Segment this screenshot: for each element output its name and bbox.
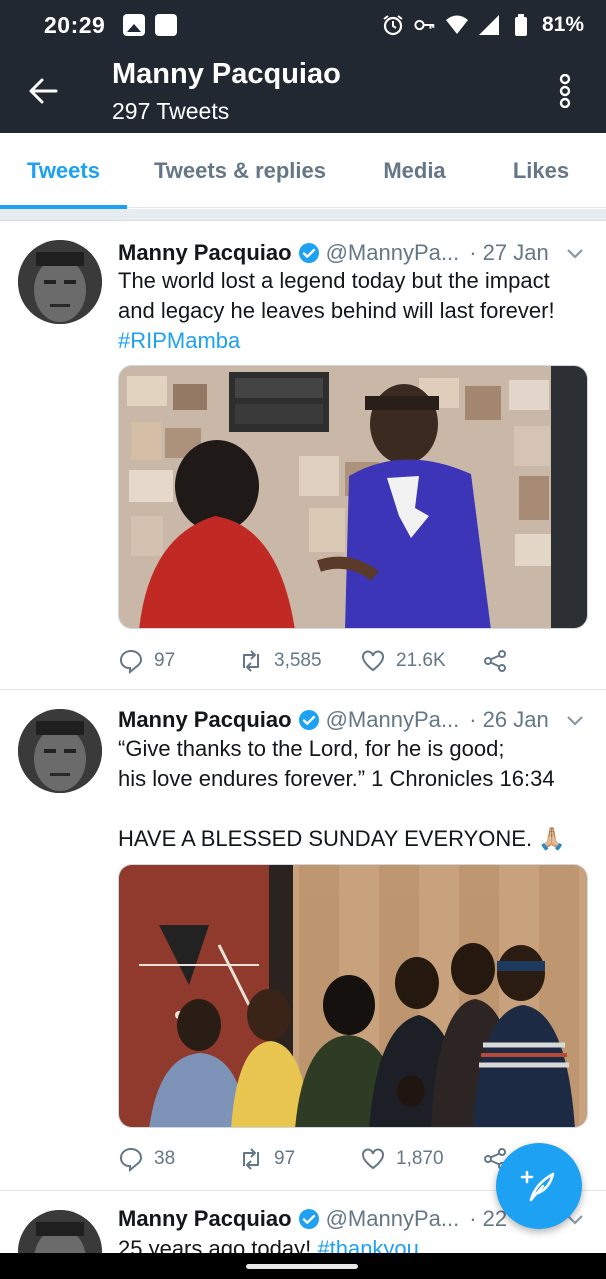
share-icon	[484, 650, 506, 672]
more-options-button[interactable]	[544, 70, 586, 112]
verified-badge-icon	[298, 1208, 320, 1230]
tab-tweets-replies[interactable]: Tweets & replies	[127, 133, 353, 208]
tab-tweets[interactable]: Tweets	[0, 133, 127, 209]
like-count: 1,870	[396, 1148, 444, 1169]
retweet-button[interactable]: 3,585	[238, 648, 360, 674]
like-button[interactable]: 1,870	[360, 1146, 482, 1172]
heart-icon	[362, 1148, 384, 1170]
like-button[interactable]: 21.6K	[360, 648, 482, 674]
heart-icon	[362, 650, 384, 672]
author-handle[interactable]: @MannyPa...	[326, 707, 460, 733]
tweet-actions: 97 3,585 21.6K	[118, 646, 588, 676]
system-nav-bar	[0, 1253, 606, 1279]
tweet-header: Manny Pacquiao @MannyPa... · 27 Jan	[118, 236, 586, 270]
app-square-icon	[155, 14, 178, 36]
retweet-button[interactable]: 97	[238, 1146, 360, 1172]
tweet-body: “Give thanks to the Lord, for he is good…	[118, 736, 566, 851]
author-name[interactable]: Manny Pacquiao	[118, 240, 292, 266]
home-gesture-handle[interactable]	[246, 1264, 358, 1269]
tweet-text: 25 years ago today! #thankyou	[118, 1234, 584, 1253]
hashtag-link[interactable]: #thankyou	[317, 1236, 419, 1253]
retweet-icon	[243, 650, 259, 672]
key-icon	[414, 14, 436, 36]
tweet-date: · 26 Jan	[469, 707, 549, 732]
tweet-header: Manny Pacquiao @MannyPa... · 26 Jan	[118, 703, 586, 737]
chevron-down-icon[interactable]	[564, 242, 586, 264]
profile-tabs: Tweets Tweets & replies Media Likes	[0, 133, 606, 209]
tab-media[interactable]: Media	[353, 133, 476, 208]
profile-name: Manny Pacquiao	[112, 58, 341, 90]
image-icon	[123, 14, 146, 36]
tweet-text: The world lost a legend today but the im…	[118, 266, 584, 356]
hashtag-link[interactable]: #RIPMamba	[118, 328, 240, 353]
retweet-count: 3,585	[274, 650, 322, 671]
avatar[interactable]	[18, 1210, 102, 1253]
tweet-image[interactable]	[118, 365, 588, 629]
battery-icon	[510, 14, 532, 36]
wifi-icon	[445, 14, 468, 36]
share-button[interactable]	[482, 648, 508, 674]
retweet-count: 97	[274, 1148, 296, 1169]
author-name[interactable]: Manny Pacquiao	[118, 707, 292, 733]
tweet-count: 297 Tweets	[112, 98, 230, 124]
arrow-left-icon	[29, 78, 58, 104]
tweet-body: The world lost a legend today but the im…	[118, 268, 555, 323]
signal-icon	[478, 14, 500, 36]
tweet-date: · 27 Jan	[469, 240, 549, 265]
tweet-image[interactable]	[118, 864, 588, 1128]
chevron-down-icon[interactable]	[564, 709, 586, 731]
battery-level: 81%	[541, 13, 584, 36]
reply-icon	[119, 649, 143, 674]
avatar[interactable]	[18, 240, 102, 324]
app-bar: Manny Pacquiao 297 Tweets	[0, 50, 606, 133]
compose-feather-icon	[520, 1170, 555, 1202]
retweet-icon	[243, 1148, 259, 1170]
status-time: 20:29	[44, 11, 106, 38]
compose-tweet-button[interactable]	[496, 1143, 582, 1229]
verified-badge-icon	[298, 709, 320, 731]
tweet-date: · 22	[469, 1206, 508, 1231]
author-handle[interactable]: @MannyPa...	[326, 240, 460, 266]
tab-likes[interactable]: Likes	[476, 133, 606, 208]
reply-button[interactable]: 38	[118, 1146, 238, 1172]
tweet-card[interactable]: Manny Pacquiao @MannyPa... · 26 Jan “Giv…	[0, 691, 606, 1191]
reply-count: 97	[154, 650, 176, 671]
like-count: 21.6K	[396, 650, 446, 671]
author-name[interactable]: Manny Pacquiao	[118, 1206, 292, 1232]
alarm-icon	[382, 14, 404, 36]
tweet-body: 25 years ago today!	[118, 1236, 312, 1253]
back-button[interactable]	[22, 70, 64, 112]
more-vertical-icon	[559, 74, 571, 108]
author-handle[interactable]: @MannyPa...	[326, 1206, 460, 1232]
reply-icon	[119, 1147, 143, 1172]
verified-badge-icon	[298, 242, 320, 264]
tweet-card[interactable]: Manny Pacquiao @MannyPa... · 27 Jan The …	[0, 222, 606, 690]
status-bar: 20:29 81%	[0, 0, 606, 50]
reply-count: 38	[154, 1148, 176, 1169]
avatar[interactable]	[18, 709, 102, 793]
section-divider	[0, 209, 606, 221]
reply-button[interactable]: 97	[118, 648, 238, 674]
